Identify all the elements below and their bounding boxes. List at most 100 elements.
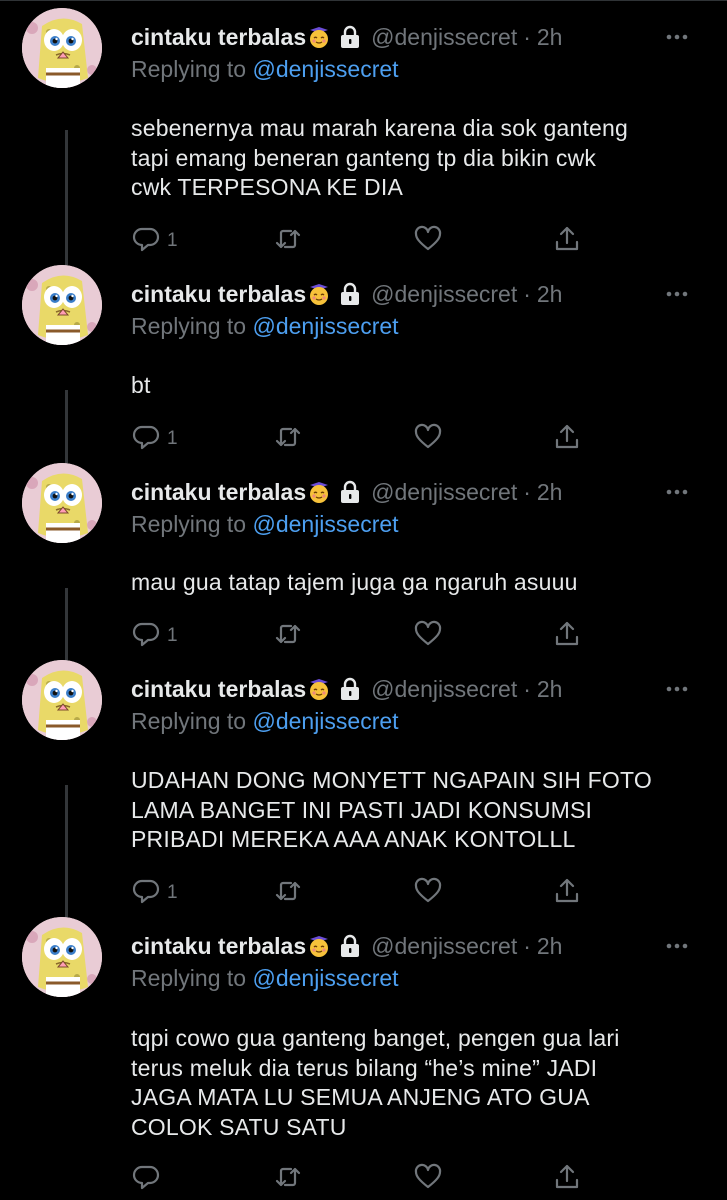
reply-icon	[131, 619, 161, 654]
share-icon	[552, 224, 582, 259]
like-button[interactable]	[413, 224, 443, 258]
share-icon	[552, 422, 582, 457]
more-options-icon[interactable]	[665, 483, 689, 501]
display-name[interactable]: cintaku terbalas	[131, 24, 306, 51]
more-options-icon[interactable]	[665, 285, 689, 303]
reply-count: 1	[167, 882, 178, 903]
avatar[interactable]	[22, 265, 102, 345]
timestamp[interactable]: 2h	[537, 479, 563, 506]
retweet-icon	[273, 619, 303, 654]
retweet-button[interactable]	[273, 224, 303, 258]
username[interactable]: @denjissecret	[371, 24, 517, 51]
more-options-icon[interactable]	[665, 937, 689, 955]
tweet-text-line: cwk TERPESONA KE DIA	[131, 174, 403, 200]
share-button[interactable]	[552, 224, 582, 258]
replying-to: Replying to @denjissecret	[131, 965, 399, 992]
reply-button[interactable]: 1	[131, 224, 178, 258]
avatar[interactable]	[22, 917, 102, 997]
tweet-text-line: terus meluk dia terus bilang “he’s mine”…	[131, 1054, 598, 1081]
replying-to-label: Replying to	[131, 56, 247, 82]
smiling-face-with-hearts-emoji	[307, 677, 331, 701]
replying-to: Replying to @denjissecret	[131, 511, 399, 538]
avatar[interactable]	[22, 660, 102, 740]
top-divider	[0, 0, 727, 1]
avatar[interactable]	[22, 463, 102, 543]
replying-to-label: Replying to	[131, 511, 247, 537]
timestamp[interactable]: 2h	[537, 676, 563, 703]
tweet-actions: 1	[131, 619, 601, 653]
smiling-face-with-hearts-emoji	[307, 25, 331, 49]
share-button[interactable]	[552, 619, 582, 653]
display-name[interactable]: cintaku terbalas	[131, 933, 306, 960]
like-button[interactable]	[413, 876, 443, 910]
replying-to-mention[interactable]: @denjissecret	[252, 56, 398, 82]
like-button[interactable]	[413, 422, 443, 456]
more-options-icon[interactable]	[665, 28, 689, 46]
tweet-text: mau gua tatap tajem juga ga ngaruh asuuu	[131, 568, 701, 598]
display-name[interactable]: cintaku terbalas	[131, 676, 306, 703]
share-icon	[552, 876, 582, 911]
share-button[interactable]	[552, 422, 582, 456]
tweet-text-line: LAMA BANGET INI PASTI JADI KONSUMSI	[131, 796, 593, 823]
reply-icon	[131, 224, 161, 259]
tweet-actions: 1	[131, 422, 601, 456]
share-button[interactable]	[552, 876, 582, 910]
retweet-button[interactable]	[273, 422, 303, 456]
reply-icon	[131, 876, 161, 911]
username[interactable]: @denjissecret	[371, 933, 517, 960]
replying-to-mention[interactable]: @denjissecret	[252, 313, 398, 339]
replying-to: Replying to @denjissecret	[131, 313, 399, 340]
retweet-button[interactable]	[273, 876, 303, 910]
replying-to-mention[interactable]: @denjissecret	[252, 511, 398, 537]
display-name[interactable]: cintaku terbalas	[131, 479, 306, 506]
retweet-button[interactable]	[273, 619, 303, 653]
replying-to: Replying to @denjissecret	[131, 708, 399, 735]
username[interactable]: @denjissecret	[371, 479, 517, 506]
share-button[interactable]	[552, 1162, 582, 1196]
retweet-icon	[273, 876, 303, 911]
tweet-text-line: tqpi cowo gua ganteng banget, pengen gua…	[131, 1025, 620, 1051]
replying-to-mention[interactable]: @denjissecret	[252, 965, 398, 991]
retweet-icon	[273, 224, 303, 259]
separator-dot: ·	[523, 932, 531, 959]
tweet-text: tqpi cowo gua ganteng banget, pengen gua…	[131, 1024, 701, 1142]
tweet-text: bt	[131, 371, 701, 401]
lock-icon	[339, 282, 361, 306]
avatar[interactable]	[22, 8, 102, 88]
like-button[interactable]	[413, 1162, 443, 1196]
replying-to-label: Replying to	[131, 708, 247, 734]
reply-button[interactable]: 1	[131, 876, 178, 910]
username[interactable]: @denjissecret	[371, 676, 517, 703]
timestamp[interactable]: 2h	[537, 933, 563, 960]
tweet-text-line: bt	[131, 372, 151, 398]
replying-to-label: Replying to	[131, 965, 247, 991]
timestamp[interactable]: 2h	[537, 281, 563, 308]
reply-count: 1	[167, 625, 178, 646]
smiling-face-with-hearts-emoji	[307, 282, 331, 306]
reply-button[interactable]: 1	[131, 422, 178, 456]
reply-icon	[131, 422, 161, 457]
timestamp[interactable]: 2h	[537, 24, 563, 51]
lock-icon	[339, 934, 361, 958]
smiling-face-with-hearts-emoji	[307, 934, 331, 958]
thread-line	[65, 130, 68, 283]
tweet-actions: 1	[131, 224, 601, 258]
reply-button[interactable]: 1	[131, 619, 178, 653]
more-options-icon[interactable]	[665, 680, 689, 698]
reply-count: 1	[167, 230, 178, 251]
retweet-button[interactable]	[273, 1162, 303, 1196]
tweet-text: UDAHAN DONG MONYETT NGAPAIN SIH FOTO LAMA…	[131, 766, 701, 855]
lock-icon	[339, 677, 361, 701]
tweet-actions	[131, 1162, 601, 1196]
replying-to-mention[interactable]: @denjissecret	[252, 708, 398, 734]
separator-dot: ·	[523, 280, 531, 307]
like-button[interactable]	[413, 619, 443, 653]
reply-button[interactable]	[131, 1162, 167, 1196]
display-name[interactable]: cintaku terbalas	[131, 281, 306, 308]
heart-icon	[413, 422, 443, 457]
share-icon	[552, 1162, 582, 1197]
tweet-text-line: PRIBADI MEREKA AAA ANAK KONTOLLL	[131, 826, 576, 852]
tweet-text-line: mau gua tatap tajem juga ga ngaruh asuuu	[131, 569, 578, 595]
username[interactable]: @denjissecret	[371, 281, 517, 308]
heart-icon	[413, 224, 443, 259]
